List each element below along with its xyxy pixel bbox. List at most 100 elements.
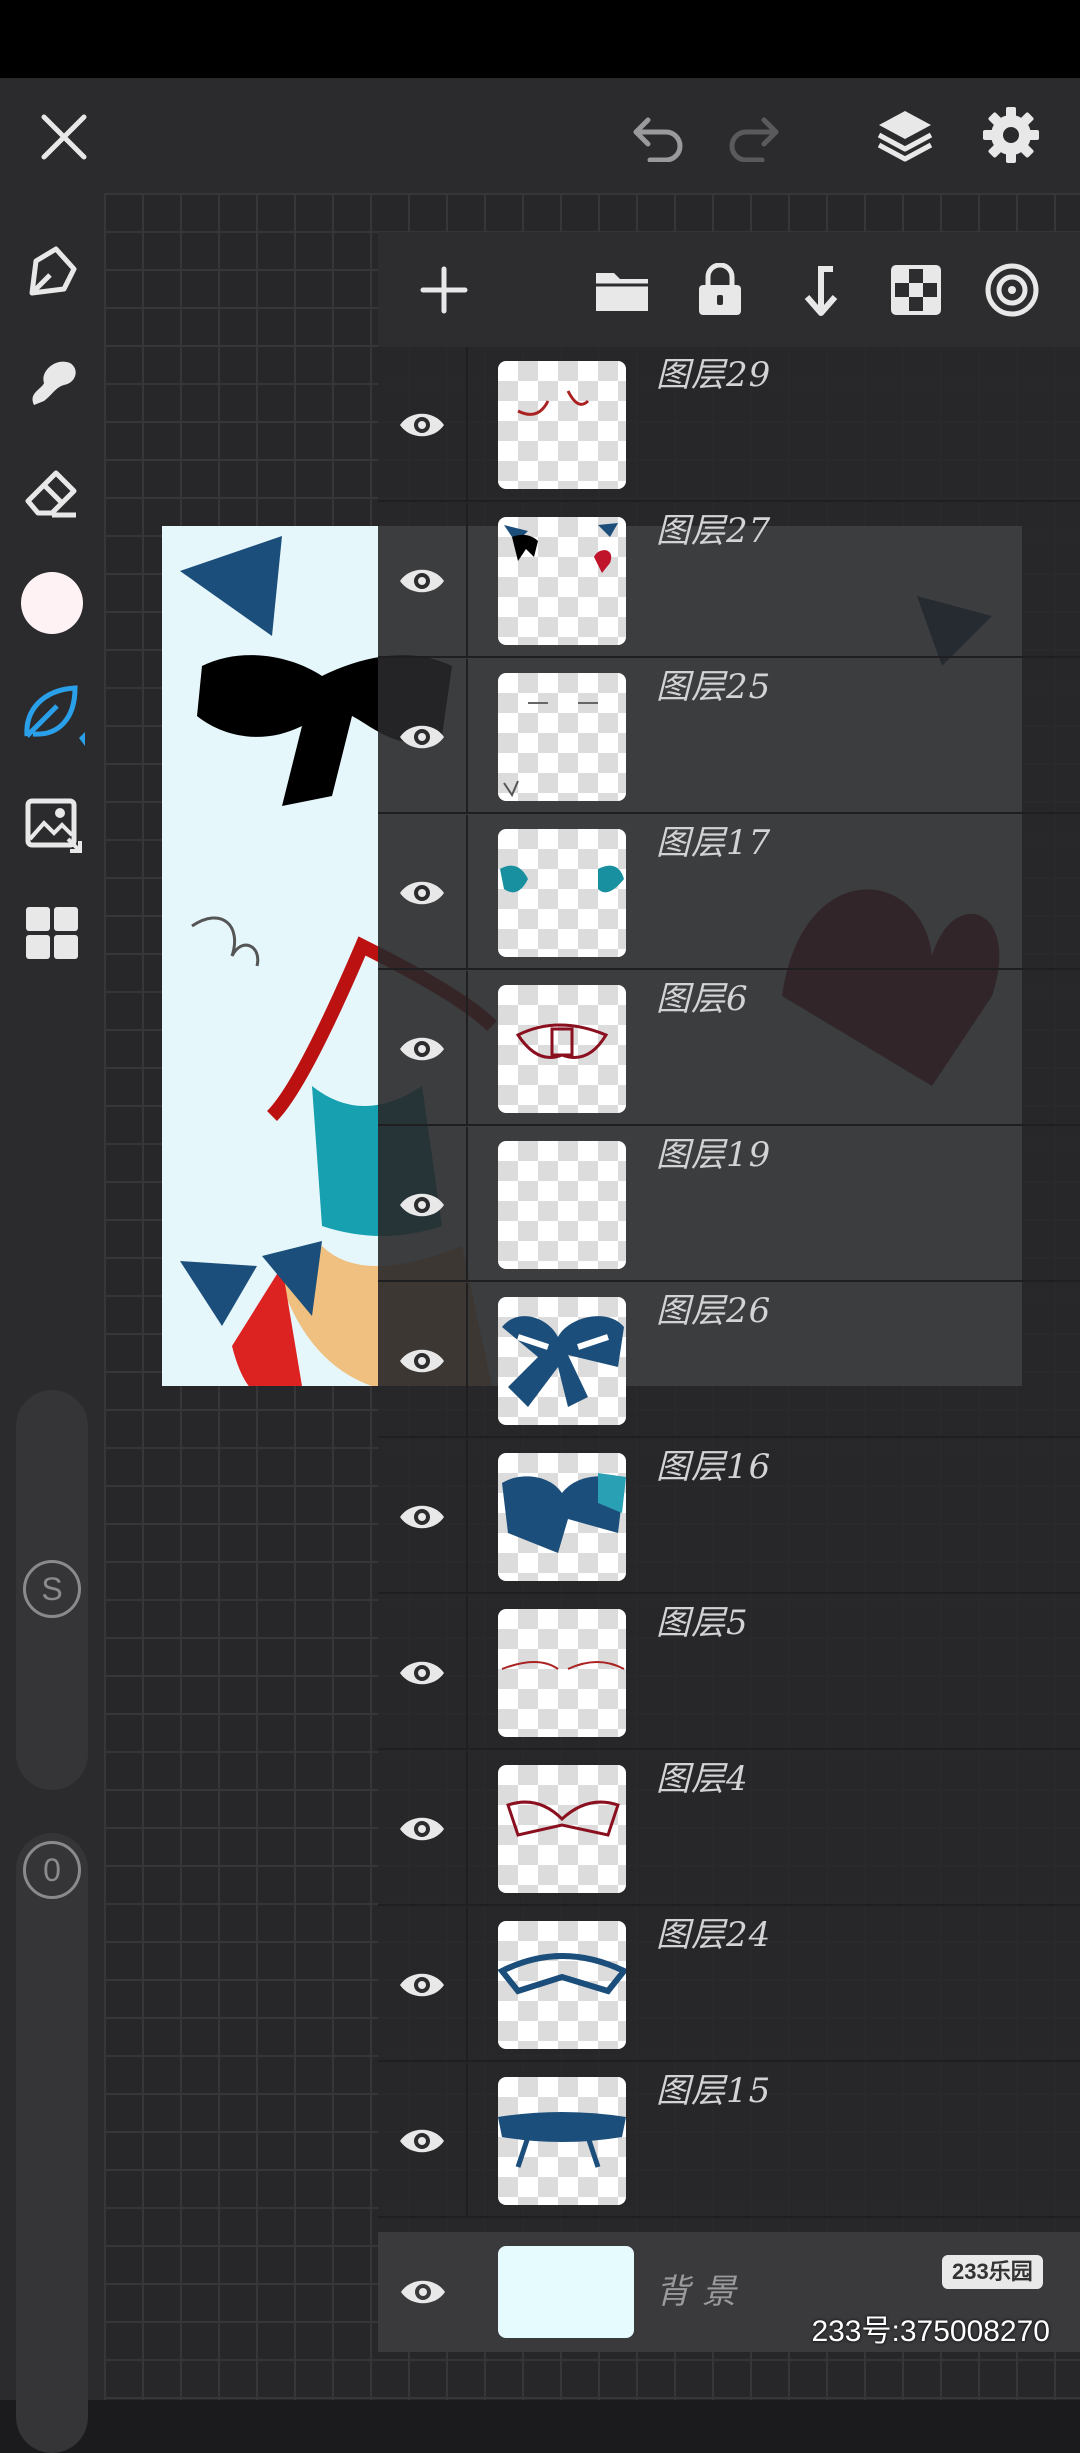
- image-import-icon: [25, 798, 82, 853]
- lock-button[interactable]: [684, 254, 756, 326]
- layer-thumbnail-art: [506, 1800, 620, 1837]
- layer-row[interactable]: 图层25: [378, 659, 1080, 814]
- layer-thumbnail: [498, 1921, 626, 2049]
- visibility-toggle[interactable]: [378, 659, 468, 814]
- opacity-slider[interactable]: 0: [16, 1833, 88, 2453]
- redo-button[interactable]: [710, 93, 798, 181]
- layer-row[interactable]: 图层19: [378, 1127, 1080, 1282]
- visibility-toggle[interactable]: [378, 1907, 468, 2062]
- eye-icon: [400, 1817, 444, 1840]
- transparency-icon: [891, 265, 941, 315]
- eraser-icon: [25, 470, 77, 518]
- eraser-tool-button[interactable]: [12, 453, 92, 533]
- visibility-toggle[interactable]: [378, 503, 468, 658]
- watermark-id: 233号:375008270: [811, 2315, 1050, 2348]
- background-layer-name: 背景: [656, 2272, 748, 2312]
- add-layer-button[interactable]: [408, 254, 480, 326]
- add-layer-icon: [420, 266, 468, 314]
- brush-size-knob[interactable]: S: [16, 1553, 88, 1625]
- layers-button[interactable]: [860, 90, 950, 180]
- layer-row[interactable]: 图层24: [378, 1907, 1080, 2062]
- pen-tool-button[interactable]: [12, 233, 92, 313]
- layer-row[interactable]: 图层26: [378, 1283, 1080, 1438]
- layer-row[interactable]: 图层29: [378, 347, 1080, 502]
- layer-thumbnail: [498, 517, 626, 645]
- image-import-button[interactable]: [12, 783, 92, 863]
- layer-name: 图层24: [656, 1915, 772, 1955]
- layer-row[interactable]: 图层15: [378, 2063, 1080, 2218]
- layer-name: 图层26: [656, 1291, 772, 1331]
- layer-thumbnail: [498, 1453, 626, 1581]
- layer-name: 图层15: [656, 2071, 772, 2111]
- layer-name: 图层5: [656, 1603, 749, 1643]
- layers-toolbar: [378, 232, 1080, 347]
- layer-name: 图层19: [656, 1135, 772, 1175]
- folder-button[interactable]: [586, 254, 658, 326]
- layer-thumbnail-art: [503, 702, 598, 798]
- pen-icon: [29, 246, 77, 296]
- transparency-lock-button[interactable]: [880, 254, 952, 326]
- color-picker-button[interactable]: [12, 563, 92, 643]
- reference-button[interactable]: [976, 254, 1048, 326]
- visibility-toggle[interactable]: [378, 1595, 468, 1750]
- visibility-toggle[interactable]: [378, 1751, 468, 1906]
- layer-thumbnail-art: [502, 1316, 624, 1407]
- eye-icon: [400, 2129, 444, 2152]
- settings-icon: [983, 107, 1039, 163]
- top-toolbar: [0, 78, 1080, 193]
- settings-button[interactable]: [966, 90, 1056, 180]
- layer-thumbnail: [498, 2077, 626, 2205]
- redo-icon: [729, 117, 779, 162]
- layer-row[interactable]: 图层16: [378, 1439, 1080, 1594]
- layer-thumbnail: [498, 1141, 626, 1269]
- visibility-toggle[interactable]: [378, 971, 468, 1126]
- visibility-toggle[interactable]: [378, 1127, 468, 1282]
- leaf-brush-button[interactable]: [12, 673, 92, 753]
- layer-name: 图层29: [656, 355, 772, 395]
- leaf-brush-icon: [24, 685, 85, 746]
- layer-thumbnail-art: [502, 1473, 626, 1553]
- layer-row[interactable]: 图层5: [378, 1595, 1080, 1750]
- visibility-toggle[interactable]: [378, 347, 468, 502]
- layer-thumbnail-art: [504, 523, 618, 573]
- layer-thumbnail-art: [498, 1953, 626, 1995]
- smudge-icon: [32, 361, 76, 405]
- eye-icon: [400, 1973, 444, 1996]
- visibility-toggle[interactable]: [378, 2232, 468, 2352]
- layer-name: 图层6: [656, 979, 749, 1019]
- watermark-logo: 233乐园: [942, 2255, 1043, 2289]
- layer-row[interactable]: 图层17: [378, 815, 1080, 970]
- eye-icon: [400, 725, 444, 748]
- visibility-toggle[interactable]: [378, 815, 468, 970]
- lock-icon: [699, 263, 741, 315]
- layer-thumbnail-art: [498, 2112, 626, 2168]
- layer-name: 图层25: [656, 667, 772, 707]
- layer-thumbnail: [498, 829, 626, 957]
- undo-icon: [633, 117, 683, 162]
- undo-button[interactable]: [614, 93, 702, 181]
- brush-size-slider[interactable]: S: [16, 1390, 88, 1790]
- visibility-toggle[interactable]: [378, 1439, 468, 1594]
- layer-row[interactable]: 图层4: [378, 1751, 1080, 1906]
- opacity-label: 0: [23, 1841, 81, 1899]
- merge-down-button[interactable]: [782, 254, 854, 326]
- layer-row[interactable]: 图层27: [378, 503, 1080, 658]
- eye-icon: [400, 1193, 444, 1216]
- grid-menu-button[interactable]: [12, 893, 92, 973]
- close-button[interactable]: [20, 93, 108, 181]
- eye-icon: [400, 569, 444, 592]
- visibility-toggle[interactable]: [378, 2063, 468, 2218]
- left-toolbar: S 0: [0, 193, 104, 2453]
- visibility-toggle[interactable]: [378, 1283, 468, 1438]
- opacity-knob[interactable]: 0: [16, 1834, 88, 1906]
- smudge-tool-button[interactable]: [12, 343, 92, 423]
- layer-thumbnail: [498, 1297, 626, 1425]
- layer-name: 图层17: [656, 823, 772, 863]
- eye-icon: [400, 1661, 444, 1684]
- target-icon: [985, 263, 1039, 317]
- layer-row[interactable]: 图层6: [378, 971, 1080, 1126]
- close-icon: [41, 114, 87, 160]
- layer-thumbnail-art: [500, 865, 624, 893]
- layers-panel: 图层29 图层27 图层25 图层17 图层6 图层19 图层26 图层16 图层5 图层4 图层2…: [378, 232, 1080, 2352]
- folder-icon: [596, 273, 648, 311]
